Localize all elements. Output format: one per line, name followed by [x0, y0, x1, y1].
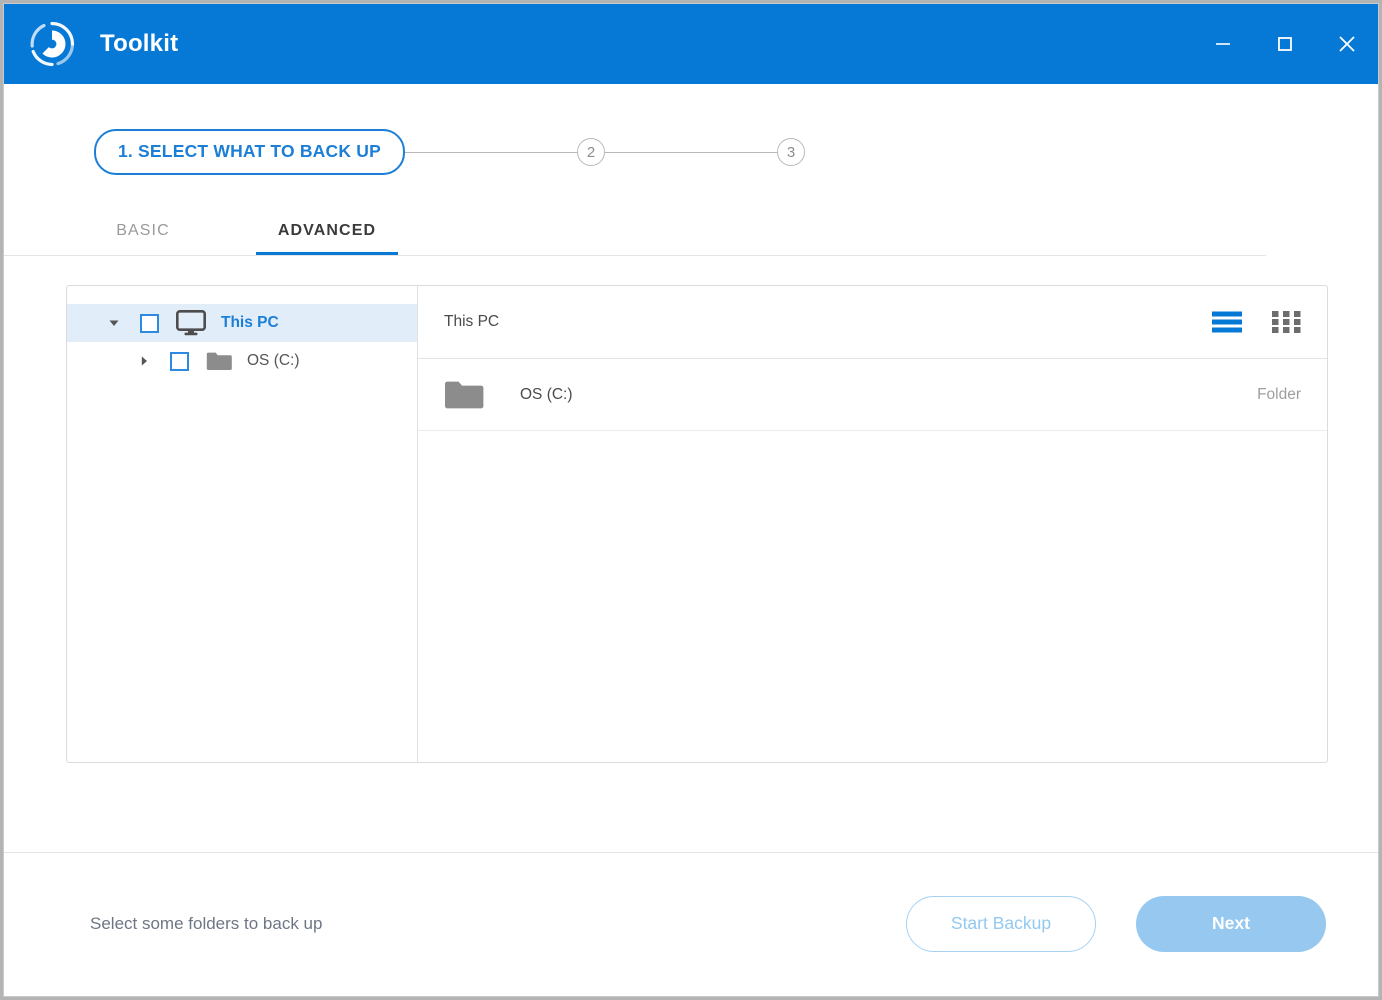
tree-row[interactable]: OS (C:) — [67, 342, 417, 380]
window-controls — [1192, 4, 1378, 84]
mode-tabs: BASIC ADVANCED — [4, 222, 1266, 256]
file-list-location: This PC — [444, 313, 1182, 331]
file-list-row[interactable]: OS (C:) Folder — [418, 359, 1327, 431]
minimize-icon — [1213, 34, 1233, 54]
list-view-icon[interactable] — [1212, 310, 1242, 334]
footer-bar: Select some folders to back up Start Bac… — [4, 851, 1378, 996]
maximize-icon — [1275, 34, 1295, 54]
tab-basic[interactable]: BASIC — [88, 222, 198, 255]
wizard-step-connector-2 — [605, 152, 777, 153]
app-title: Toolkit — [100, 30, 178, 58]
wizard-step-2[interactable]: 2 — [577, 138, 605, 166]
minimize-button[interactable] — [1192, 4, 1254, 84]
wizard-step-1[interactable]: 1. SELECT WHAT TO BACK UP — [94, 129, 405, 175]
app-window: Toolkit 1. SELECT WHAT — [3, 3, 1379, 997]
tree-item-label: This PC — [221, 314, 279, 332]
file-list-row-name: OS (C:) — [520, 386, 1257, 404]
tree-checkbox-this-pc[interactable] — [140, 314, 159, 333]
monitor-icon — [176, 310, 206, 336]
wizard-steps: 1. SELECT WHAT TO BACK UP 2 3 — [94, 129, 1378, 175]
next-button[interactable]: Next — [1136, 896, 1326, 952]
start-backup-button[interactable]: Start Backup — [906, 896, 1096, 952]
file-list-header: This PC — [418, 286, 1327, 359]
file-list-pane: This PC — [418, 286, 1327, 762]
file-list-row-type: Folder — [1257, 386, 1301, 404]
toolkit-disc-logo-icon — [28, 20, 76, 68]
tree-checkbox-os-c[interactable] — [170, 352, 189, 371]
wizard-step-3[interactable]: 3 — [777, 138, 805, 166]
tree-item-label: OS (C:) — [247, 352, 300, 370]
file-list-empty-area — [418, 431, 1327, 762]
close-icon — [1336, 33, 1358, 55]
wizard-step-connector-1 — [405, 152, 577, 153]
close-button[interactable] — [1316, 4, 1378, 84]
caret-down-icon[interactable] — [101, 317, 127, 329]
status-message: Select some folders to back up — [90, 914, 906, 934]
tab-advanced[interactable]: ADVANCED — [256, 222, 398, 255]
folder-tree: This PC OS (C:) — [67, 286, 418, 762]
folder-icon — [206, 351, 232, 372]
title-bar: Toolkit — [4, 4, 1378, 84]
maximize-button[interactable] — [1254, 4, 1316, 84]
caret-right-icon[interactable] — [131, 355, 157, 367]
folder-icon — [444, 379, 484, 411]
tree-row[interactable]: This PC — [67, 304, 417, 342]
grid-view-icon[interactable] — [1272, 310, 1301, 334]
main-content: 1. SELECT WHAT TO BACK UP 2 3 BASIC ADVA… — [4, 84, 1378, 996]
file-browser: This PC OS (C:) — [66, 285, 1328, 763]
